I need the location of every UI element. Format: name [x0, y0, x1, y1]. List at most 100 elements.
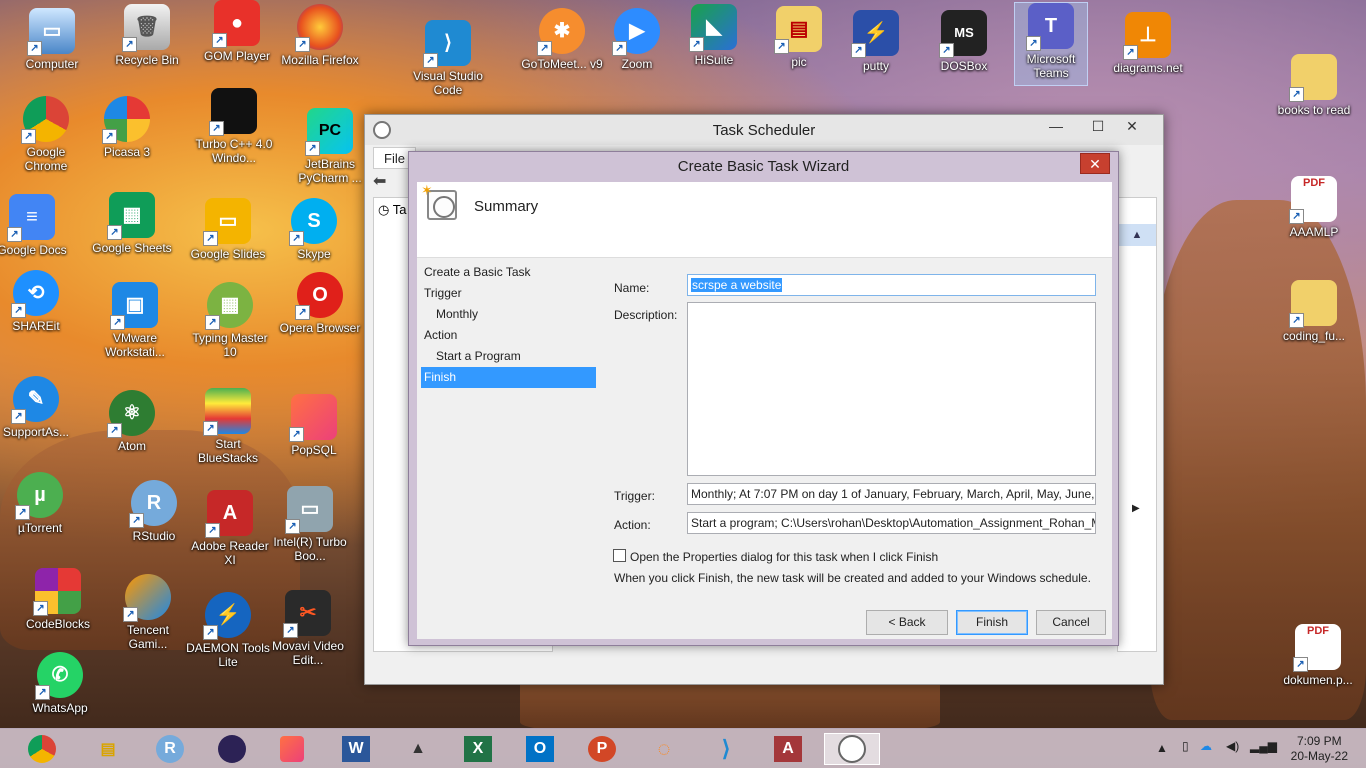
maximize-button[interactable]: ☐ [1083, 115, 1113, 137]
desktop-icon-intel-turbo[interactable]: ▭ Intel(R) Turbo Boo... [268, 486, 352, 563]
desktop-icon-diagrams[interactable]: ⊥ diagrams.net [1106, 12, 1190, 75]
desktop-icon-zoom[interactable]: ▶ Zoom [595, 8, 679, 71]
tray-clock[interactable]: 7:09 PM 20-May-22 [1291, 734, 1348, 764]
collapse-up-icon[interactable]: ▲ [1118, 224, 1156, 246]
taskbar-vscode-icon[interactable]: ⟩ [706, 733, 746, 765]
desktop-icon-hisuite[interactable]: ◣ HiSuite [672, 4, 756, 67]
desktop-icon-books-folder[interactable]: books to read [1272, 54, 1356, 117]
taskbar-outlook-icon[interactable]: O [520, 733, 560, 765]
desktop-icon-aaamlp-pdf[interactable]: PDF AAAMLP [1272, 176, 1356, 239]
taskbar-inkscape-icon[interactable]: ▲ [398, 733, 438, 765]
taskbar-access-icon[interactable]: A [768, 733, 808, 765]
tray-show-hidden-icon[interactable]: ▲ [1156, 741, 1168, 755]
name-field[interactable]: scrspe a website [687, 274, 1096, 296]
desktop-icon-popsql[interactable]: PopSQL [272, 394, 356, 457]
minimize-button[interactable]: — [1041, 115, 1071, 137]
tree-root-label[interactable]: Ta [393, 202, 407, 217]
desktop-icon-label: Movavi Video Edit... [272, 639, 344, 667]
expand-right-icon[interactable]: ▶ [1132, 503, 1140, 514]
desktop-icon-turbo-cpp[interactable]: Turbo C++ 4.0 Windo... [192, 88, 276, 165]
close-button[interactable]: ✕ [1115, 115, 1149, 137]
taskbar-file-explorer-icon[interactable]: ▤ [88, 733, 128, 765]
desktop-icon-opera[interactable]: O Opera Browser [278, 272, 362, 335]
back-button[interactable]: < Back [866, 610, 948, 635]
desktop-icon-adobe-reader[interactable]: A Adobe Reader XI [188, 490, 272, 567]
step-create-basic-task[interactable]: Create a Basic Task [421, 262, 596, 283]
desktop-icon-firefox[interactable]: Mozilla Firefox [278, 4, 362, 67]
step-finish[interactable]: Finish [421, 367, 596, 388]
task-scheduler-titlebar[interactable]: Task Scheduler — ☐ ✕ [365, 115, 1163, 145]
tray-battery-icon[interactable]: ▯ [1182, 739, 1189, 753]
desktop-icon-atom[interactable]: ⚛ Atom [90, 390, 174, 453]
desktop-icon-whatsapp[interactable]: ✆ WhatsApp [18, 652, 102, 715]
wizard-title: Create Basic Task Wizard [677, 158, 850, 175]
taskbar-task-scheduler-icon[interactable] [824, 733, 880, 765]
taskbar-excel-icon[interactable]: X [458, 733, 498, 765]
adobe-reader-icon: A [205, 490, 253, 538]
taskbar-rstudio-icon[interactable]: R [150, 733, 190, 765]
desktop-icon-picasa[interactable]: Picasa 3 [85, 96, 169, 159]
desktop-icon-bluestacks[interactable]: Start BlueStacks [186, 388, 270, 465]
desktop-icon-google-docs[interactable]: ≡ Google Docs [0, 194, 74, 257]
desktop-icon-supportassist[interactable]: ✎ SupportAs... [0, 376, 78, 439]
desktop-icon-vmware[interactable]: ▣ VMware Workstati... [93, 282, 177, 359]
desktop-icon-daemon-tools[interactable]: ⚡ DAEMON Tools Lite [186, 592, 270, 669]
desktop-icon-teams[interactable]: T Microsoft Teams [1014, 2, 1088, 86]
open-properties-label[interactable]: Open the Properties dialog for this task… [630, 550, 938, 564]
taskbar-eclipse-icon[interactable] [212, 733, 252, 765]
desktop-icon-computer[interactable]: ▭ Computer [10, 8, 94, 71]
desktop-icon-coding-folder[interactable]: coding_fu... [1272, 280, 1356, 343]
desktop-icon-label: putty [862, 59, 889, 73]
actions-pane[interactable]: ▲ ▶ [1117, 197, 1157, 652]
taskbar-word-icon[interactable]: W [336, 733, 376, 765]
intel-icon: ▭ [285, 486, 333, 534]
taskbar-jupyter-icon[interactable]: ◌ [644, 733, 684, 765]
desktop-icon-tencent[interactable]: Tencent Gami... [106, 574, 190, 651]
desktop-icon-pycharm[interactable]: PC JetBrains PyCharm ... [288, 108, 372, 185]
wizard-close-button[interactable]: ✕ [1080, 153, 1110, 174]
taskbar-powerpoint-icon[interactable]: P [582, 733, 622, 765]
taskbar-popsql-icon[interactable] [272, 733, 312, 765]
desktop-icon-putty[interactable]: ⚡ putty [834, 10, 918, 73]
desktop-icon-rstudio[interactable]: R RStudio [112, 480, 196, 543]
desktop-icon-movavi[interactable]: ✂ Movavi Video Edit... [266, 590, 350, 667]
desktop-icon-typing-master[interactable]: ▦ Typing Master 10 [188, 282, 272, 359]
tray-volume-icon[interactable]: ◀) [1226, 739, 1239, 753]
step-trigger[interactable]: Trigger [421, 283, 596, 304]
desktop-icon-gotomeeting[interactable]: ✱ GoToMeet... v9 [520, 8, 604, 71]
desktop-icon-utorrent[interactable]: µ µTorrent [0, 472, 82, 535]
desktop-icon-google-sheets[interactable]: ▦ Google Sheets [90, 192, 174, 255]
popsql-icon [289, 394, 337, 442]
wizard-titlebar[interactable]: Create Basic Task Wizard ✕ [409, 152, 1118, 182]
step-monthly[interactable]: Monthly [421, 304, 596, 325]
description-field[interactable] [687, 302, 1096, 476]
cancel-button[interactable]: Cancel [1036, 610, 1106, 635]
zoom-icon: ▶ [612, 8, 660, 56]
desktop-icon-shareit[interactable]: ⟲ SHAREit [0, 270, 78, 333]
wrench-icon: ✎ [11, 376, 59, 424]
desktop-icon-dosbox[interactable]: MS DOSBox [922, 10, 1006, 73]
desktop-icon-google-slides[interactable]: ▭ Google Slides [186, 198, 270, 261]
desktop-icon-skype[interactable]: S Skype [272, 198, 356, 261]
desktop-icon-pic-folder[interactable]: ▤ pic [757, 6, 841, 69]
finish-button[interactable]: Finish [956, 610, 1028, 635]
finish-info-text: When you click Finish, the new task will… [614, 571, 1091, 585]
open-properties-checkbox[interactable] [613, 549, 626, 562]
desktop-icon-codeblocks[interactable]: CodeBlocks [16, 568, 100, 631]
tray-network-icon[interactable]: ▂▄▆ [1250, 739, 1277, 753]
desktop-icon-dokumen-pdf[interactable]: PDF dokumen.p... [1276, 624, 1360, 687]
desktop-icon-chrome[interactable]: Google Chrome [4, 96, 88, 173]
action-field[interactable]: Start a program; C:\Users\rohan\Desktop\… [687, 512, 1096, 534]
tray-onedrive-icon[interactable]: ☁ [1200, 739, 1212, 753]
step-start-program[interactable]: Start a Program [421, 346, 596, 367]
back-arrow-icon[interactable]: ⬅ [373, 171, 403, 193]
desktop-icon-gom-player[interactable]: ● GOM Player [195, 0, 279, 63]
taskbar-chrome-icon[interactable] [22, 733, 62, 765]
step-action[interactable]: Action [421, 325, 596, 346]
desktop-icon-label: VMware Workstati... [105, 331, 165, 359]
desktop-icon-vscode[interactable]: ⟩ Visual Studio Code [406, 20, 490, 97]
trigger-field[interactable]: Monthly; At 7:07 PM on day 1 of January,… [687, 483, 1096, 505]
desktop-icon-recycle-bin[interactable]: 🗑 Recycle Bin [105, 4, 189, 67]
desktop-icon-label: Adobe Reader XI [191, 539, 269, 567]
desktop-icon-label: Recycle Bin [115, 53, 179, 67]
